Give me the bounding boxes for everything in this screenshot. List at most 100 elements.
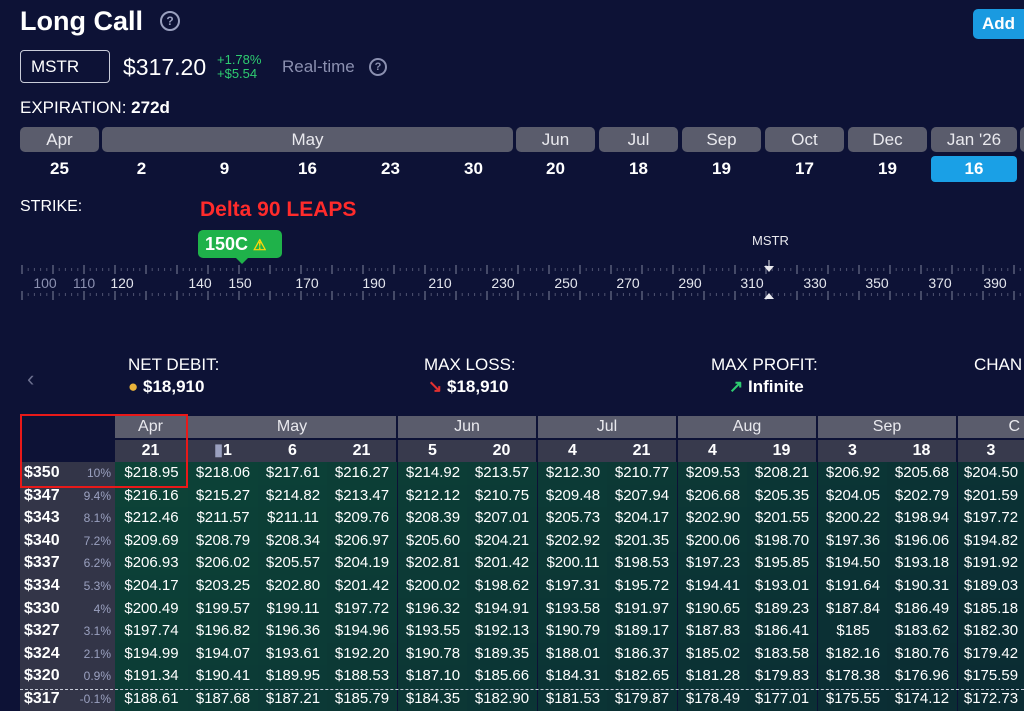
- table-cell[interactable]: $191.34: [115, 665, 188, 688]
- table-cell[interactable]: $200.22: [818, 507, 888, 530]
- table-cell[interactable]: $210.77: [607, 462, 677, 485]
- day-cell[interactable]: 19: [848, 156, 927, 182]
- table-cell[interactable]: $200.02: [398, 575, 468, 598]
- table-cell[interactable]: $195.85: [747, 552, 817, 575]
- table-cell[interactable]: $212.12: [398, 484, 468, 508]
- month-tab-jan-26[interactable]: Jan '26: [931, 127, 1017, 152]
- day-cell[interactable]: 19: [682, 156, 761, 182]
- table-cell[interactable]: $198.70: [747, 529, 817, 553]
- day-cell[interactable]: 17: [765, 156, 844, 182]
- grid-day[interactable]: 6: [258, 440, 327, 462]
- grid-day[interactable]: 4: [538, 440, 607, 462]
- table-cell[interactable]: $207.01: [467, 507, 537, 530]
- table-cell[interactable]: $196.82: [188, 620, 258, 643]
- table-cell[interactable]: $189.03: [958, 575, 1024, 598]
- month-tab-apr[interactable]: Apr: [20, 127, 99, 152]
- table-cell[interactable]: $194.82: [958, 529, 1024, 553]
- table-cell[interactable]: $209.53: [678, 462, 748, 485]
- table-cell[interactable]: $201.42: [467, 552, 537, 575]
- table-cell[interactable]: $194.91: [467, 597, 537, 621]
- table-cell[interactable]: $181.28: [678, 665, 748, 688]
- table-cell[interactable]: $179.83: [747, 665, 817, 688]
- table-cell[interactable]: $193.18: [887, 552, 957, 575]
- table-cell[interactable]: $189.17: [607, 620, 677, 643]
- table-cell[interactable]: $185.66: [467, 665, 537, 688]
- table-cell[interactable]: $212.30: [538, 462, 608, 485]
- table-cell[interactable]: $194.99: [115, 642, 188, 666]
- table-cell[interactable]: $202.79: [887, 484, 957, 508]
- table-cell[interactable]: $192.20: [327, 642, 397, 666]
- table-cell[interactable]: $187.21: [258, 688, 328, 711]
- grid-day[interactable]: 19: [747, 440, 816, 462]
- table-cell[interactable]: $213.57: [467, 462, 537, 485]
- grid-day[interactable]: ▮1: [188, 440, 258, 462]
- table-cell[interactable]: $206.93: [115, 552, 188, 575]
- table-cell[interactable]: $186.49: [887, 597, 957, 621]
- table-cell[interactable]: $204.05: [818, 484, 888, 508]
- table-cell[interactable]: $182.16: [818, 642, 888, 666]
- table-cell[interactable]: $204.17: [115, 575, 188, 598]
- grid-day[interactable]: 18: [887, 440, 956, 462]
- table-cell[interactable]: $214.92: [398, 462, 468, 485]
- table-cell[interactable]: $175.59: [958, 665, 1024, 688]
- table-cell[interactable]: $178.49: [678, 688, 748, 711]
- table-cell[interactable]: $206.97: [327, 529, 397, 553]
- table-cell[interactable]: $197.31: [538, 575, 608, 598]
- table-cell[interactable]: $181.53: [538, 688, 608, 711]
- table-cell[interactable]: $193.01: [747, 575, 817, 598]
- grid-day[interactable]: 3: [818, 440, 887, 462]
- table-cell[interactable]: $202.81: [398, 552, 468, 575]
- table-cell[interactable]: $183.62: [887, 620, 957, 643]
- table-cell[interactable]: $204.21: [467, 529, 537, 553]
- table-cell[interactable]: $179.42: [958, 642, 1024, 666]
- table-cell[interactable]: $193.55: [398, 620, 468, 643]
- table-cell[interactable]: $176.96: [887, 665, 957, 688]
- question-circle-icon[interactable]: ?: [160, 11, 180, 31]
- table-cell[interactable]: $172.73: [958, 688, 1024, 711]
- table-cell[interactable]: $194.50: [818, 552, 888, 575]
- table-cell[interactable]: $196.36: [258, 620, 328, 643]
- table-cell[interactable]: $182.65: [607, 665, 677, 688]
- table-cell[interactable]: $189.95: [258, 665, 328, 688]
- day-cell-selected[interactable]: 16: [931, 156, 1017, 182]
- table-cell[interactable]: $190.41: [188, 665, 258, 688]
- table-cell[interactable]: $186.37: [607, 642, 677, 666]
- table-cell[interactable]: $188.53: [327, 665, 397, 688]
- table-cell[interactable]: $192.13: [467, 620, 537, 643]
- table-cell[interactable]: $191.92: [958, 552, 1024, 575]
- table-cell[interactable]: $183.58: [747, 642, 817, 666]
- table-cell[interactable]: $206.68: [678, 484, 748, 508]
- table-cell[interactable]: $196.32: [398, 597, 468, 621]
- grid-day[interactable]: 21: [327, 440, 396, 462]
- table-cell[interactable]: $197.74: [115, 620, 188, 643]
- ticker-input[interactable]: MSTR: [20, 50, 110, 83]
- table-cell[interactable]: $199.11: [258, 597, 328, 621]
- add-button[interactable]: Add: [973, 9, 1024, 39]
- month-tab-next[interactable]: [1020, 127, 1024, 152]
- table-cell[interactable]: $204.50: [958, 462, 1024, 485]
- table-cell[interactable]: $209.69: [115, 529, 188, 553]
- table-cell[interactable]: $200.11: [538, 552, 608, 575]
- table-cell[interactable]: $204.17: [607, 507, 677, 530]
- table-cell[interactable]: $185.79: [327, 688, 397, 711]
- table-cell[interactable]: $179.87: [607, 688, 677, 711]
- day-cell[interactable]: 18: [599, 156, 678, 182]
- table-cell[interactable]: $201.42: [327, 575, 397, 598]
- table-cell[interactable]: $190.79: [538, 620, 608, 643]
- day-cell[interactable]: 16: [268, 156, 347, 182]
- table-cell[interactable]: $201.59: [958, 484, 1024, 508]
- table-cell[interactable]: $203.25: [188, 575, 258, 598]
- table-cell[interactable]: $208.39: [398, 507, 468, 530]
- table-cell[interactable]: $182.30: [958, 620, 1024, 643]
- day-cell[interactable]: 2: [102, 156, 181, 182]
- day-cell[interactable]: 25: [20, 156, 99, 182]
- table-cell[interactable]: $207.94: [607, 484, 677, 508]
- table-cell[interactable]: $205.73: [538, 507, 608, 530]
- table-cell[interactable]: $216.27: [327, 462, 397, 485]
- table-cell[interactable]: $191.64: [818, 575, 888, 598]
- day-cell[interactable]: 23: [351, 156, 430, 182]
- table-cell[interactable]: $194.07: [188, 642, 258, 666]
- question-circle-icon[interactable]: ?: [369, 58, 387, 76]
- table-cell[interactable]: $184.31: [538, 665, 608, 688]
- table-cell[interactable]: $198.53: [607, 552, 677, 575]
